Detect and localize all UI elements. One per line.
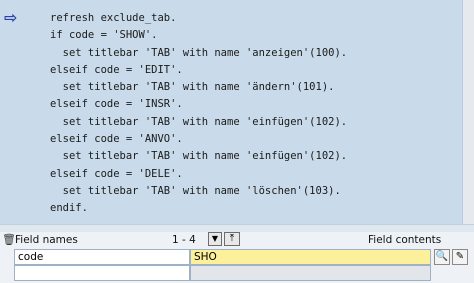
field-value-input[interactable] [190, 265, 431, 281]
row-range: 1 - 4 [172, 234, 196, 246]
code-line: set titlebar 'TAB' with name 'anzeigen'(… [50, 46, 348, 59]
pencil-icon: ✎ [455, 251, 465, 262]
code-line: set titlebar 'TAB' with name 'einfügen'(… [50, 150, 348, 163]
edit-button[interactable]: ✎ [452, 249, 468, 265]
code-line: if code = 'SHOW'. [50, 29, 158, 42]
triangle-down-icon: ▼ [211, 234, 219, 243]
code-line: set titlebar 'TAB' with name 'einfügen'(… [50, 115, 348, 128]
code-lines: refresh exclude_tab. if code = 'SHOW'. s… [50, 10, 347, 218]
code-line: elseif code = 'ANVO'. [50, 133, 183, 146]
delete-icon[interactable]: 🗑 [2, 234, 16, 246]
code-line: set titlebar 'TAB' with name 'löschen'(1… [50, 184, 341, 197]
field-name-input[interactable]: code [14, 249, 190, 265]
code-line: elseif code = 'DELE'. [50, 167, 183, 180]
scroll-down-button[interactable]: ▼ [208, 232, 222, 246]
zoom-button[interactable]: 🔍 [434, 249, 450, 265]
page-up-icon: ⤒ [229, 233, 235, 244]
field-value-input[interactable]: SHO [190, 249, 431, 265]
code-line: elseif code = 'EDIT'. [50, 63, 183, 76]
current-line-arrow-icon: ⇨ [4, 8, 18, 27]
magnifier-icon: 🔍 [435, 251, 449, 262]
code-editor[interactable]: ⇨ refresh exclude_tab. if code = 'SHOW'.… [0, 0, 463, 224]
vertical-scrollbar[interactable] [463, 0, 474, 224]
code-line: set titlebar 'TAB' with name 'ändern'(10… [50, 81, 335, 94]
code-line: endif. [50, 202, 88, 215]
field-names-label: Field names [15, 234, 78, 246]
page-up-button[interactable]: ⤒ [224, 232, 240, 246]
field-name-input[interactable] [14, 265, 190, 281]
field-contents-label: Field contents [368, 234, 442, 246]
code-line: elseif code = 'INSR'. [50, 98, 183, 111]
code-line: refresh exclude_tab. [50, 12, 177, 24]
